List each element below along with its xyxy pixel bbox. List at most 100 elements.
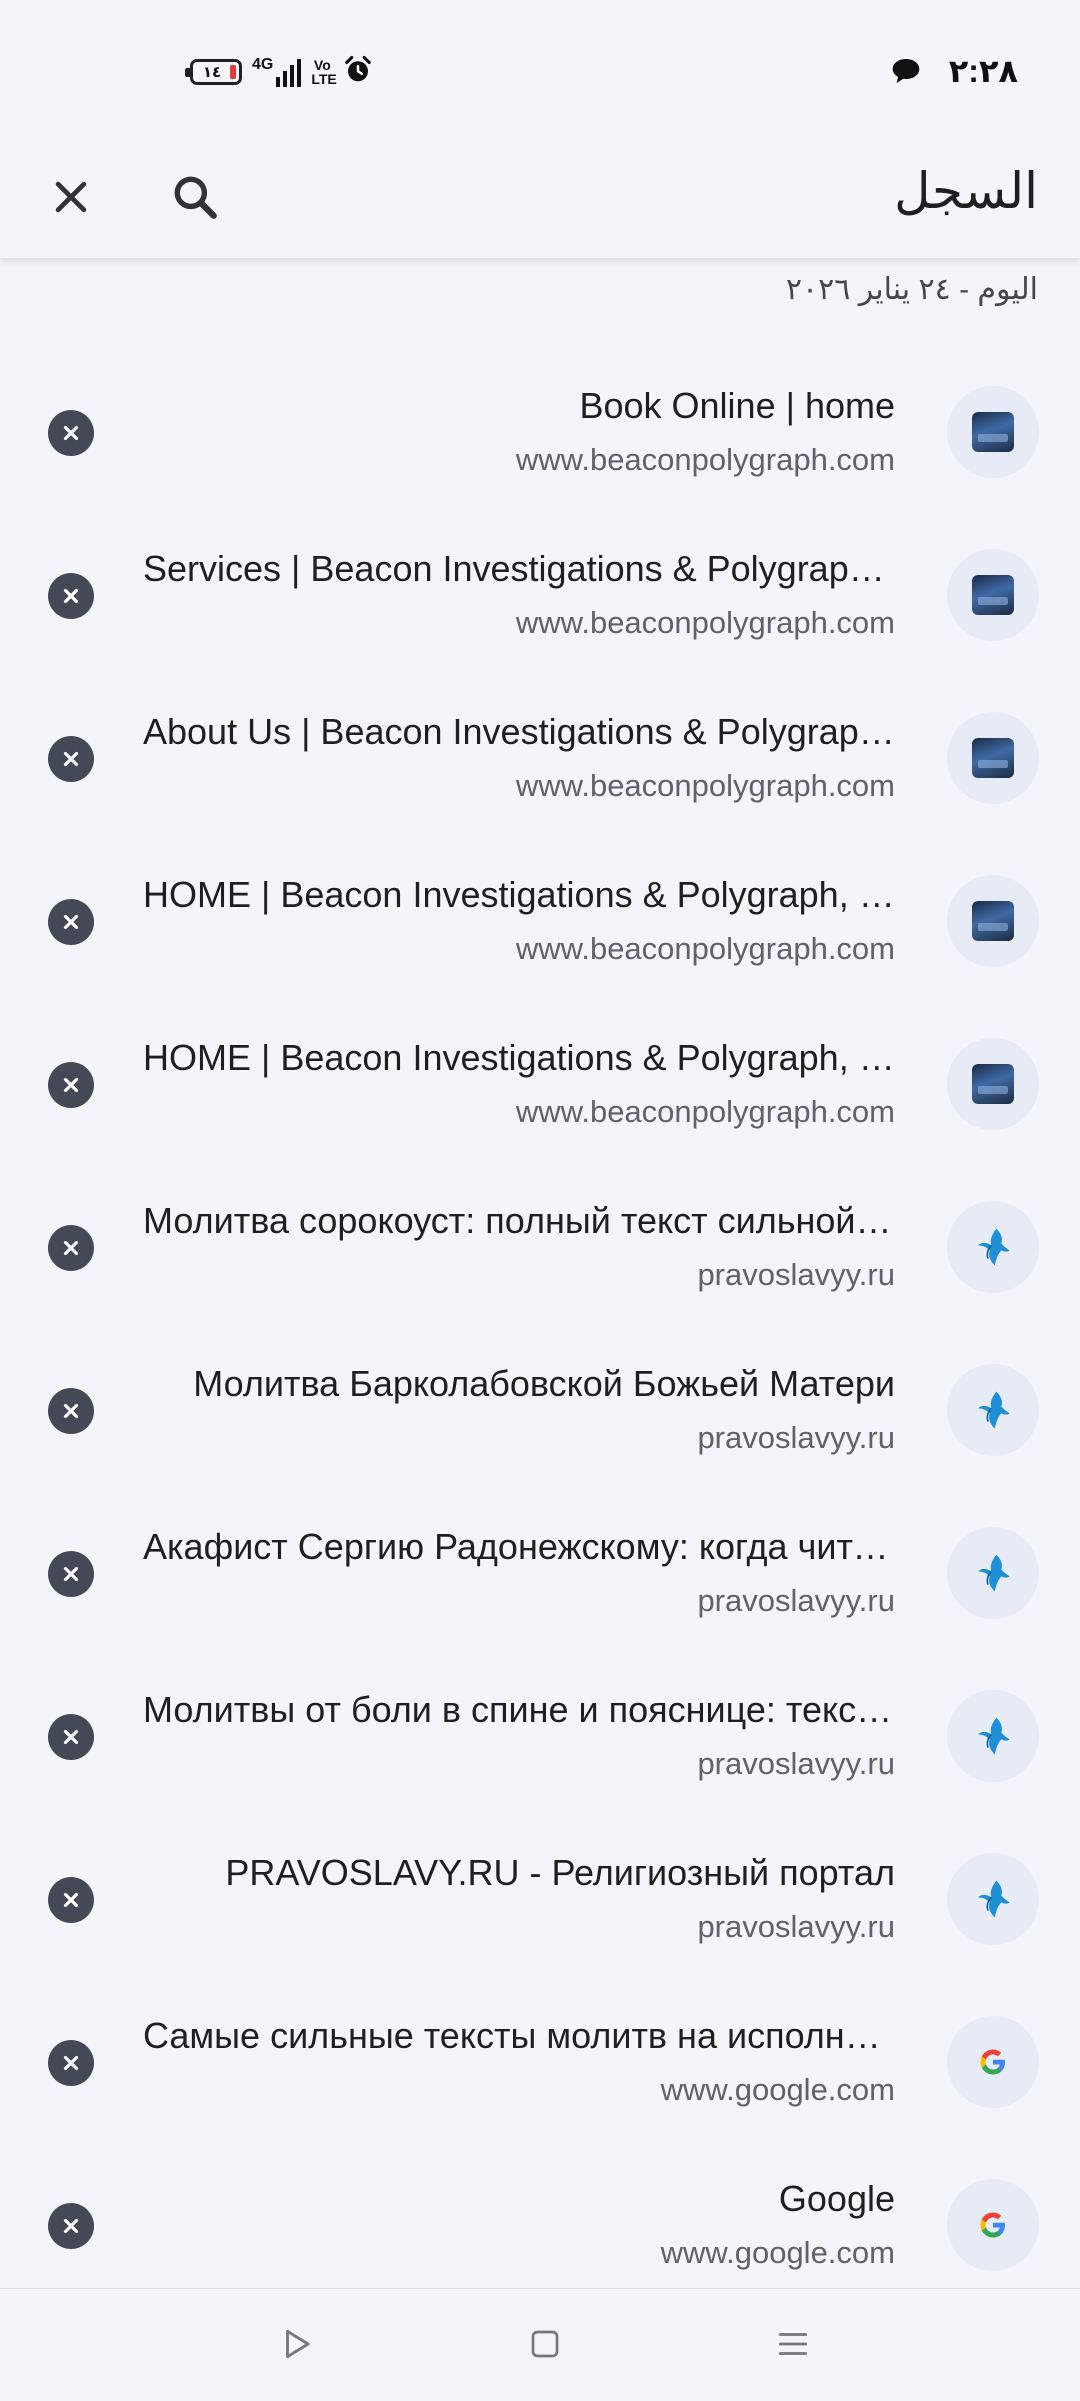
history-item-texts: HOME | Beacon Investigations & Polygraph…: [143, 873, 895, 967]
remove-item-button[interactable]: [48, 736, 94, 782]
history-item-texts: Акафист Сергию Радонежскому: когда читат…: [143, 1525, 895, 1619]
favicon: [947, 549, 1039, 641]
history-item[interactable]: Молитва сорокоуст: полный текст сильной …: [0, 1165, 1080, 1328]
history-item[interactable]: Акафист Сергию Радонежскому: когда читат…: [0, 1491, 1080, 1654]
close-icon: [63, 751, 79, 767]
remove-item-button[interactable]: [48, 573, 94, 619]
history-item-title: Самые сильные тексты молитв на исполнени…: [143, 2015, 895, 2056]
close-icon: [63, 588, 79, 604]
recents-icon: [778, 2333, 808, 2355]
app-bar: السجل: [0, 140, 1080, 258]
favicon: [947, 1364, 1039, 1456]
history-item-title: Google: [778, 2178, 895, 2219]
home-button[interactable]: [520, 2319, 570, 2369]
remove-item-button[interactable]: [48, 1714, 94, 1760]
history-item-texts: PRAVOSLAVY.RU - Религиозный портал pravo…: [143, 1851, 895, 1945]
history-item-texts: Services | Beacon Investigations & Polyg…: [143, 547, 895, 641]
remove-item-button[interactable]: [48, 410, 94, 456]
history-list: Book Online | home www.beaconpolygraph.c…: [0, 350, 1080, 2306]
favicon: [947, 2179, 1039, 2271]
favicon: [947, 1690, 1039, 1782]
close-icon: [63, 1077, 79, 1093]
back-button[interactable]: [272, 2319, 322, 2369]
status-bar: ١٤ 4G Vo LTE ٢:٢٨: [0, 0, 1080, 140]
close-icon: [63, 1729, 79, 1745]
close-icon: [63, 2218, 79, 2234]
history-item[interactable]: Services | Beacon Investigations & Polyg…: [0, 513, 1080, 676]
history-item-url: www.beaconpolygraph.com: [515, 931, 895, 966]
history-item[interactable]: HOME | Beacon Investigations & Polygraph…: [0, 839, 1080, 1002]
favicon: [947, 386, 1039, 478]
signal-icon: 4G: [252, 56, 302, 87]
google-favicon-icon: [980, 2212, 1005, 2238]
close-icon: [63, 425, 79, 441]
favicon: [947, 875, 1039, 967]
history-item-title: HOME | Beacon Investigations & Polygraph…: [143, 1037, 895, 1078]
close-button[interactable]: [36, 162, 106, 232]
history-item-title: HOME | Beacon Investigations & Polygraph…: [143, 874, 895, 915]
beacon-favicon-icon: [972, 412, 1014, 452]
favicon: [947, 1853, 1039, 1945]
google-favicon-icon: [980, 2049, 1005, 2075]
recents-button[interactable]: [768, 2319, 818, 2369]
history-item-title: About Us | Beacon Investigations & Polyg…: [143, 711, 895, 752]
remove-item-button[interactable]: [48, 1551, 94, 1597]
battery-level: ١٤: [202, 64, 222, 81]
back-icon: [286, 2329, 310, 2359]
remove-item-button[interactable]: [48, 2203, 94, 2249]
favicon: [947, 1201, 1039, 1293]
history-item-texts: HOME | Beacon Investigations & Polygraph…: [143, 1036, 895, 1130]
dove-favicon-icon: [978, 1880, 1010, 1918]
chat-bubble-icon: [890, 56, 922, 86]
beacon-favicon-icon: [972, 1064, 1014, 1104]
history-item[interactable]: About Us | Beacon Investigations & Polyg…: [0, 676, 1080, 839]
remove-item-button[interactable]: [48, 1388, 94, 1434]
favicon: [947, 1527, 1039, 1619]
close-icon: [63, 1566, 79, 1582]
history-item-url: pravoslavyy.ru: [697, 1583, 895, 1618]
navigation-bar: [0, 2288, 1080, 2401]
history-item-url: www.beaconpolygraph.com: [515, 605, 895, 640]
history-item-title: Book Online | home: [579, 385, 895, 426]
date-header: اليوم - ٢٤ يناير ٢٠٢٦: [785, 273, 1038, 306]
history-item[interactable]: HOME | Beacon Investigations & Polygraph…: [0, 1002, 1080, 1165]
history-item[interactable]: Google www.google.com: [0, 2143, 1080, 2306]
remove-item-button[interactable]: [48, 1225, 94, 1271]
beacon-favicon-icon: [972, 738, 1014, 778]
history-item-texts: About Us | Beacon Investigations & Polyg…: [143, 710, 895, 804]
history-item-url: www.beaconpolygraph.com: [515, 768, 895, 803]
close-icon: [63, 914, 79, 930]
history-item-title: Молитва Барколабовской Божьей Матери: [193, 1363, 895, 1404]
history-item-texts: Молитва сорокоуст: полный текст сильной …: [143, 1199, 895, 1293]
remove-item-button[interactable]: [48, 1877, 94, 1923]
search-button[interactable]: [160, 162, 230, 232]
history-item-title: Services | Beacon Investigations & Polyg…: [143, 548, 895, 589]
status-time: ٢:٢٨: [948, 53, 1018, 89]
close-icon: [63, 1403, 79, 1419]
battery-icon: ١٤: [185, 59, 242, 85]
alarm-icon: [343, 55, 373, 90]
history-item[interactable]: PRAVOSLAVY.RU - Религиозный портал pravo…: [0, 1817, 1080, 1980]
dove-favicon-icon: [978, 1554, 1010, 1592]
close-icon: [63, 1892, 79, 1908]
history-item[interactable]: Book Online | home www.beaconpolygraph.c…: [0, 350, 1080, 513]
network-type: 4G: [252, 56, 274, 73]
history-item-title: Молитва сорокоуст: полный текст сильной …: [143, 1200, 895, 1241]
history-item[interactable]: Молитвы от боли в спине и пояснице: текс…: [0, 1654, 1080, 1817]
history-item-title: PRAVOSLAVY.RU - Религиозный портал: [225, 1852, 895, 1893]
history-item-texts: Молитвы от боли в спине и пояснице: текс…: [143, 1688, 895, 1782]
favicon: [947, 712, 1039, 804]
remove-item-button[interactable]: [48, 1062, 94, 1108]
history-item[interactable]: Молитва Барколабовской Божьей Матери pra…: [0, 1328, 1080, 1491]
history-item-url: www.google.com: [660, 2235, 895, 2270]
history-item-url: www.google.com: [660, 2072, 895, 2107]
remove-item-button[interactable]: [48, 2040, 94, 2086]
remove-item-button[interactable]: [48, 899, 94, 945]
status-icons-left: ١٤ 4G Vo LTE: [185, 52, 373, 92]
history-item-texts: Молитва Барколабовской Божьей Матери pra…: [143, 1362, 895, 1456]
history-item-url: www.beaconpolygraph.com: [515, 1094, 895, 1129]
dove-favicon-icon: [978, 1391, 1010, 1429]
home-icon: [531, 2330, 559, 2358]
history-item[interactable]: Самые сильные тексты молитв на исполнени…: [0, 1980, 1080, 2143]
history-item-texts: Google www.google.com: [143, 2177, 895, 2271]
